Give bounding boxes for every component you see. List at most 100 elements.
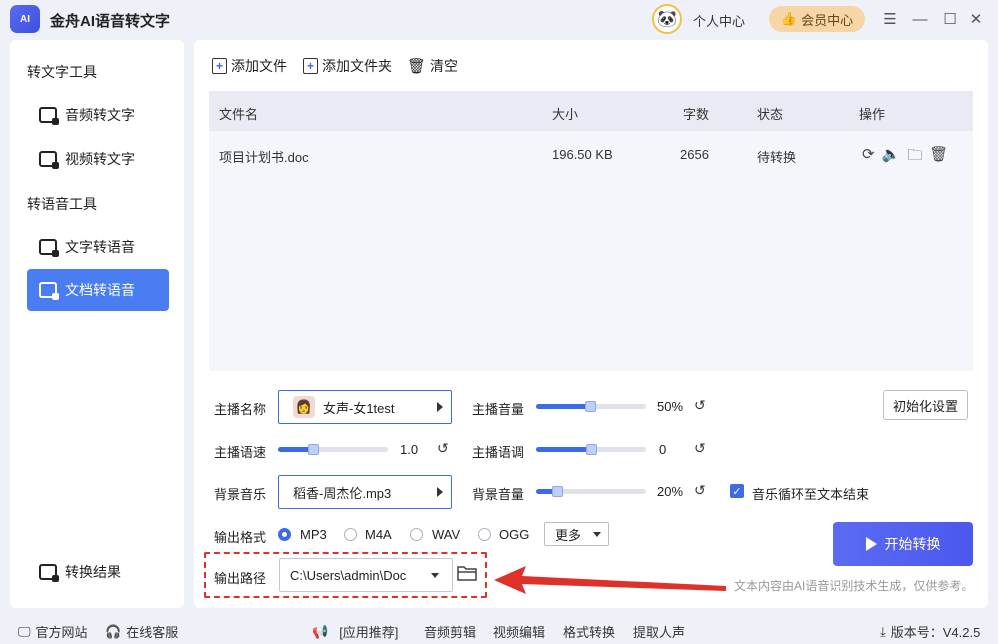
video-file-icon bbox=[39, 151, 59, 169]
format-label: 输出格式 bbox=[214, 530, 267, 545]
disclaimer-note: 文本内容由AI语音识别技术生成，仅供参考。 bbox=[734, 579, 974, 593]
trash-icon: 🗑 bbox=[407, 58, 427, 75]
sidebar-item-audio-to-text[interactable]: 音频转文字 bbox=[27, 94, 169, 136]
document-icon bbox=[39, 282, 59, 300]
speed-slider[interactable] bbox=[278, 444, 388, 455]
vip-label: 会员中心 bbox=[801, 12, 854, 28]
column-header-words: 字数 bbox=[683, 107, 710, 122]
sidebar-item-label: 转换结果 bbox=[65, 564, 121, 580]
clear-label: 清空 bbox=[430, 58, 459, 74]
website-label: 官方网站 bbox=[35, 625, 88, 640]
official-website-link[interactable]: 🖵 官方网站 bbox=[18, 622, 88, 641]
close-icon[interactable]: ✕ bbox=[966, 9, 986, 29]
monitor-icon: 🖵 bbox=[18, 623, 31, 639]
start-convert-button[interactable]: 开始转换 bbox=[833, 522, 973, 566]
volume-slider-knob[interactable] bbox=[585, 401, 596, 412]
sidebar-item-label: 视频转文字 bbox=[65, 151, 135, 167]
text-icon bbox=[39, 239, 59, 257]
chevron-down-icon bbox=[593, 532, 601, 537]
reset-speed-icon[interactable]: ↺ bbox=[437, 440, 449, 457]
footer-link-video-edit[interactable]: 视频编辑 bbox=[493, 622, 545, 641]
format-m4a-label: M4A bbox=[365, 527, 392, 542]
loop-checkbox[interactable]: ✓ bbox=[730, 484, 744, 498]
pitch-slider-knob[interactable] bbox=[586, 444, 597, 455]
add-file-label: 添加文件 bbox=[231, 58, 287, 74]
reset-bgm-volume-icon[interactable]: ↺ bbox=[694, 482, 706, 499]
personal-center-link[interactable]: 个人中心 bbox=[693, 11, 745, 30]
thumbs-up-icon: 👍 bbox=[780, 11, 798, 26]
pitch-value: 0 bbox=[659, 442, 667, 457]
vip-center-button[interactable]: 👍 会员中心 bbox=[769, 6, 865, 32]
bgm-volume-slider-knob[interactable] bbox=[552, 486, 563, 497]
online-support-link[interactable]: 🎧 在线客服 bbox=[105, 622, 178, 641]
pitch-slider[interactable] bbox=[536, 444, 646, 455]
init-settings-button[interactable]: 初始化设置 bbox=[883, 390, 968, 420]
cell-file-size: 196.50 KB bbox=[552, 147, 613, 162]
loop-label: 音乐循环至文本结束 bbox=[752, 487, 870, 502]
add-folder-button[interactable]: + 添加文件夹 bbox=[303, 56, 392, 76]
footer-link-vocal-extract[interactable]: 提取人声 bbox=[633, 622, 685, 641]
footer-bar: 🖵 官方网站 🎧 在线客服 📢 [应用推荐] 音频剪辑 视频编辑 格式转换 提取… bbox=[0, 614, 998, 644]
speed-label: 主播语速 bbox=[214, 445, 267, 460]
play-icon bbox=[865, 537, 877, 551]
bgm-value: 稻香-周杰伦.mp3 bbox=[293, 485, 392, 501]
reset-volume-icon[interactable]: ↺ bbox=[694, 397, 706, 414]
headset-icon: 🎧 bbox=[105, 623, 122, 639]
row-actions: ⟳ 🔈 🗀 🗑 bbox=[862, 145, 948, 170]
speaker-icon[interactable]: 🔈 bbox=[882, 145, 901, 170]
avatar[interactable]: 🐼 bbox=[652, 4, 682, 34]
folder-icon[interactable]: 🗀 bbox=[907, 145, 922, 170]
logo-text: AI bbox=[20, 13, 30, 25]
footer-link-format-convert[interactable]: 格式转换 bbox=[563, 622, 615, 641]
format-radio-mp3[interactable] bbox=[278, 528, 291, 541]
cell-file-name: 项目计划书.doc bbox=[219, 150, 309, 165]
minimize-icon[interactable]: — bbox=[910, 9, 930, 29]
cell-status: 待转换 bbox=[757, 150, 797, 165]
sidebar-item-doc-to-speech[interactable]: 文档转语音 bbox=[27, 269, 169, 311]
sidebar-item-label: 文档转语音 bbox=[65, 282, 135, 298]
volume-slider[interactable] bbox=[536, 401, 646, 412]
add-folder-label: 添加文件夹 bbox=[322, 58, 392, 74]
sidebar-item-video-to-text[interactable]: 视频转文字 bbox=[27, 138, 169, 180]
anchor-avatar-icon: 👩 bbox=[293, 396, 315, 418]
speed-slider-knob[interactable] bbox=[308, 444, 319, 455]
format-radio-m4a[interactable] bbox=[344, 528, 357, 541]
delete-icon[interactable]: 🗑 bbox=[929, 145, 948, 170]
format-wav-label: WAV bbox=[432, 527, 461, 542]
table-header: 文件名 大小 字数 状态 操作 bbox=[209, 91, 973, 131]
download-icon: ⤓ bbox=[880, 623, 886, 639]
file-table: 文件名 大小 字数 状态 操作 项目计划书.doc 196.50 KB 2656… bbox=[209, 91, 973, 371]
megaphone-icon: 📢 bbox=[312, 623, 329, 639]
add-file-icon: + bbox=[212, 58, 227, 74]
speed-value: 1.0 bbox=[400, 442, 419, 457]
maximize-icon[interactable]: ☐ bbox=[940, 9, 960, 29]
clear-button[interactable]: 🗑 清空 bbox=[407, 56, 458, 76]
main-panel: + 添加文件 + 添加文件夹 🗑 清空 文件名 大小 字数 状态 操作 项目计划… bbox=[194, 40, 988, 608]
sidebar-item-results[interactable]: 转换结果 bbox=[27, 551, 169, 593]
add-file-button[interactable]: + 添加文件 bbox=[212, 56, 287, 76]
chevron-right-icon bbox=[437, 487, 443, 497]
bgm-volume-slider[interactable] bbox=[536, 486, 646, 497]
version-info: ⤓ 版本号：V4.2.5 bbox=[880, 622, 980, 641]
bgm-select[interactable]: 稻香-周杰伦.mp3 bbox=[278, 475, 452, 509]
format-radio-wav[interactable] bbox=[410, 528, 423, 541]
more-formats-dropdown[interactable]: 更多 bbox=[544, 522, 609, 546]
version-label: 版本号：V4.2.5 bbox=[890, 625, 981, 640]
menu-icon[interactable]: ☰ bbox=[880, 9, 900, 29]
table-row[interactable]: 项目计划书.doc 196.50 KB 2656 待转换 ⟳ 🔈 🗀 🗑 bbox=[209, 131, 973, 179]
anchor-select[interactable]: 👩 女声-女1test bbox=[278, 390, 452, 424]
app-logo: AI bbox=[10, 5, 40, 33]
add-folder-icon: + bbox=[303, 58, 318, 74]
column-header-status: 状态 bbox=[757, 107, 784, 122]
format-ogg-label: OGG bbox=[499, 527, 530, 542]
sidebar-item-text-to-speech[interactable]: 文字转语音 bbox=[27, 226, 169, 268]
reset-pitch-icon[interactable]: ↺ bbox=[694, 440, 706, 457]
refresh-icon[interactable]: ⟳ bbox=[862, 145, 875, 170]
sidebar-section-to-speech: 转语音工具 bbox=[27, 196, 97, 212]
red-arrow-annotation bbox=[494, 566, 726, 594]
footer-link-audio-edit[interactable]: 音频剪辑 bbox=[424, 622, 476, 641]
app-title: 金舟AI语音转文字 bbox=[50, 13, 171, 30]
volume-label: 主播音量 bbox=[472, 402, 525, 417]
speed-slider-fill bbox=[278, 447, 311, 452]
format-radio-ogg[interactable] bbox=[478, 528, 491, 541]
